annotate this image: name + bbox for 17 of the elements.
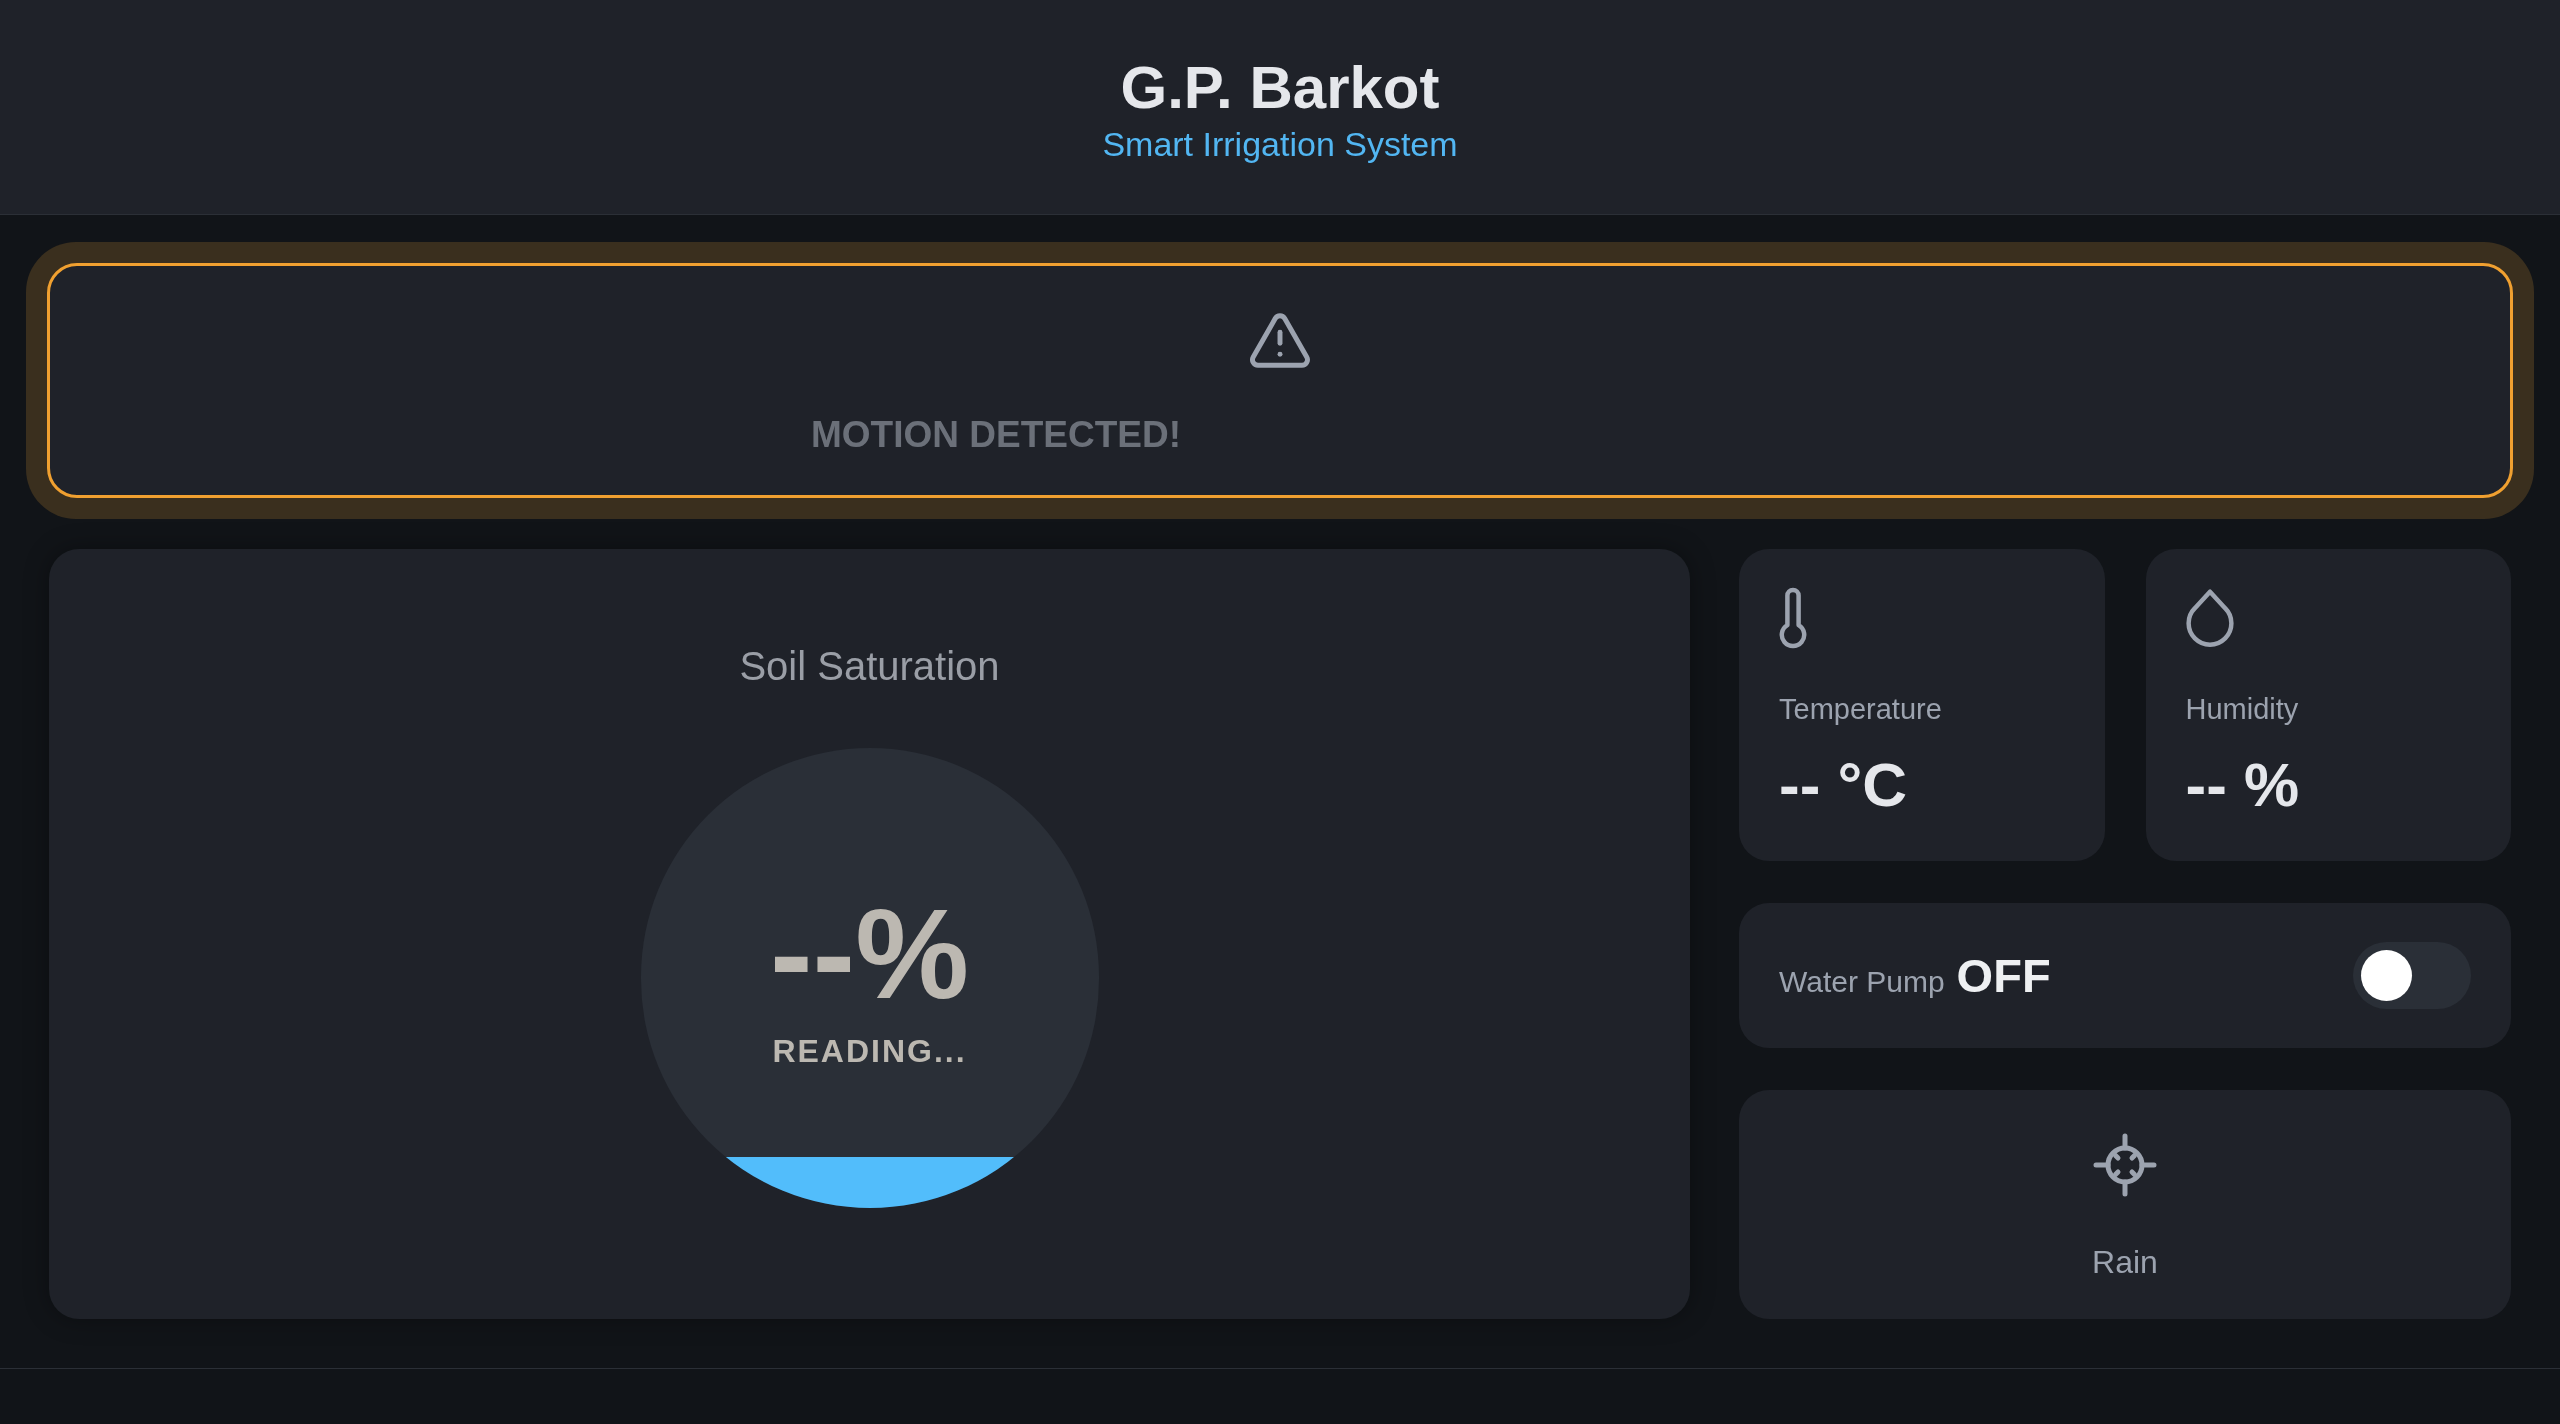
saturation-status: READING... xyxy=(772,1032,967,1071)
sensor-label: Humidity xyxy=(2185,692,2299,727)
saturation-value: --% xyxy=(769,890,970,1018)
thermometer-icon xyxy=(1779,587,1807,649)
droplet-icon xyxy=(2185,589,2234,647)
sensor-value: -- °C xyxy=(1779,754,1908,816)
site-title: G.P. Barkot xyxy=(1120,53,1440,123)
card-title: Soil Saturation xyxy=(739,643,1000,690)
site-subtitle: Smart Irrigation System xyxy=(1102,124,1458,164)
warning-icon xyxy=(1249,312,1311,368)
sensor-value: -- % xyxy=(2185,754,2300,816)
rain-label: Rain xyxy=(2092,1243,2158,1282)
alert-message: MOTION DETECTED! xyxy=(811,413,1181,457)
sensor-label: Temperature xyxy=(1779,692,1942,727)
crosshair-icon xyxy=(2093,1133,2157,1197)
pump-state: OFF xyxy=(1956,949,2051,1002)
pump-label: Water Pump xyxy=(1779,963,1945,1000)
